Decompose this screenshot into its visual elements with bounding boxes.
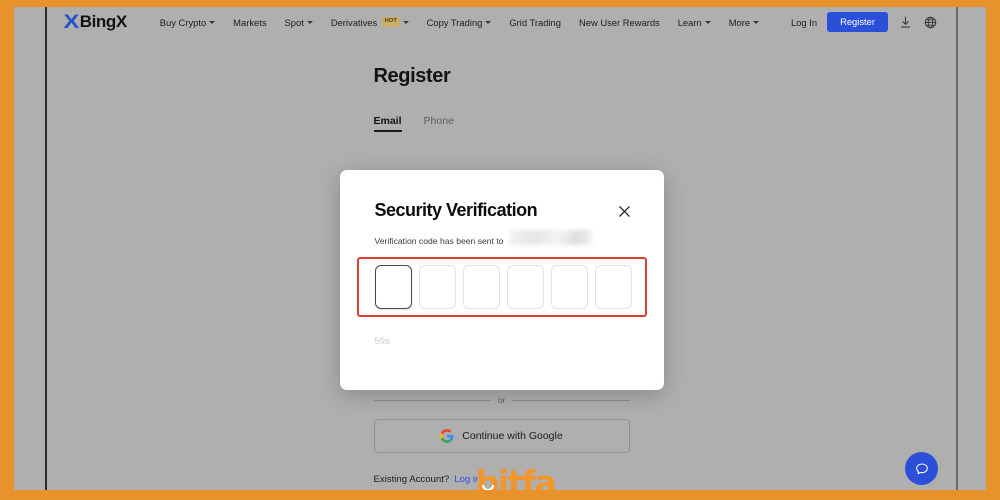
page-title: Register bbox=[373, 65, 451, 87]
tab-phone[interactable]: Phone bbox=[424, 115, 454, 132]
bingx-x-mark: X bbox=[63, 11, 80, 33]
chevron-down-icon bbox=[402, 21, 409, 24]
close-icon[interactable] bbox=[617, 204, 632, 219]
page-right-rule bbox=[956, 7, 958, 490]
nav-item-label: Derivatives bbox=[330, 16, 378, 28]
google-g-icon bbox=[440, 429, 454, 443]
browser-page: X BingX Buy Crypto Markets Spot Derivati… bbox=[14, 7, 986, 490]
chat-bubble-icon bbox=[915, 462, 928, 474]
nav-item-label: Buy Crypto bbox=[159, 16, 207, 28]
or-label: or bbox=[497, 395, 506, 405]
nav-item-buy-crypto[interactable]: Buy Crypto bbox=[151, 17, 224, 28]
nav-item-spot[interactable]: Spot bbox=[276, 17, 322, 28]
nav-register-button[interactable]: Register bbox=[827, 12, 888, 32]
chevron-down-icon bbox=[485, 21, 492, 24]
chevron-down-icon bbox=[209, 21, 216, 24]
or-divider: or bbox=[373, 395, 630, 405]
otp-input-group bbox=[374, 265, 632, 309]
nav-item-label: Copy Trading bbox=[426, 16, 483, 28]
hot-badge: HOT bbox=[382, 17, 400, 27]
bingx-wordmark: BingX bbox=[79, 12, 128, 31]
chevron-down-icon bbox=[306, 21, 313, 24]
nav-item-more[interactable]: More bbox=[720, 17, 768, 28]
chevron-down-icon bbox=[753, 21, 760, 24]
nav-item-learn[interactable]: Learn bbox=[669, 17, 720, 28]
otp-digit-6[interactable] bbox=[594, 265, 632, 309]
chevron-down-icon bbox=[704, 21, 711, 24]
nav-item-copy-trading[interactable]: Copy Trading bbox=[418, 17, 501, 28]
security-verification-modal: Security Verification Verification code … bbox=[339, 170, 664, 390]
page-body: Register Email Phone or Continue with Go… bbox=[47, 37, 956, 490]
nav-item-label: Learn bbox=[677, 16, 702, 28]
watermark-smile-glyph bbox=[481, 485, 494, 490]
download-icon[interactable] bbox=[898, 15, 913, 30]
top-navigation-bar: X BingX Buy Crypto Markets Spot Derivati… bbox=[47, 7, 956, 37]
divider-line-left bbox=[373, 399, 491, 401]
nav-right-actions: Log In Register bbox=[791, 12, 938, 32]
divider-line-right bbox=[512, 399, 630, 401]
nav-item-label: More bbox=[728, 16, 751, 28]
nav-item-label: Markets bbox=[233, 16, 267, 28]
tab-email[interactable]: Email bbox=[373, 115, 402, 132]
otp-digit-2[interactable] bbox=[418, 265, 456, 309]
modal-subtitle: Verification code has been sent to bbox=[374, 236, 504, 246]
chat-support-button[interactable] bbox=[905, 452, 938, 485]
nav-item-derivatives[interactable]: Derivatives HOT bbox=[322, 17, 418, 28]
register-column: Register Email Phone bbox=[373, 37, 630, 132]
register-method-tabs: Email Phone bbox=[373, 115, 630, 132]
nav-item-label: Spot bbox=[284, 16, 304, 28]
bingx-logo[interactable]: X BingX bbox=[63, 11, 128, 33]
screenshot-frame: X BingX Buy Crypto Markets Spot Derivati… bbox=[0, 0, 1000, 500]
otp-digit-3[interactable] bbox=[462, 265, 500, 309]
nav-item-markets[interactable]: Markets bbox=[224, 17, 275, 28]
nav-links: Buy Crypto Markets Spot Derivatives HOT … bbox=[151, 17, 768, 28]
otp-digit-4[interactable] bbox=[506, 265, 544, 309]
otp-digit-5[interactable] bbox=[550, 265, 588, 309]
otp-digit-1[interactable] bbox=[374, 265, 412, 309]
nav-item-label: New User Rewards bbox=[578, 16, 660, 28]
continue-with-google-button[interactable]: Continue with Google bbox=[373, 419, 630, 453]
globe-icon[interactable] bbox=[923, 15, 938, 30]
existing-account-label: Existing Account? bbox=[373, 474, 450, 485]
redacted-recipient bbox=[509, 230, 592, 245]
nav-item-label: Grid Trading bbox=[509, 16, 561, 28]
nav-login-link[interactable]: Log In bbox=[791, 17, 817, 28]
modal-title: Security Verification bbox=[374, 200, 538, 220]
resend-timer: 59s bbox=[374, 336, 390, 347]
bitfa-watermark: bitfa bbox=[476, 466, 557, 490]
nav-item-grid-trading[interactable]: Grid Trading bbox=[500, 17, 570, 28]
nav-item-new-user-rewards[interactable]: New User Rewards bbox=[570, 17, 669, 28]
google-button-label: Continue with Google bbox=[462, 430, 563, 442]
